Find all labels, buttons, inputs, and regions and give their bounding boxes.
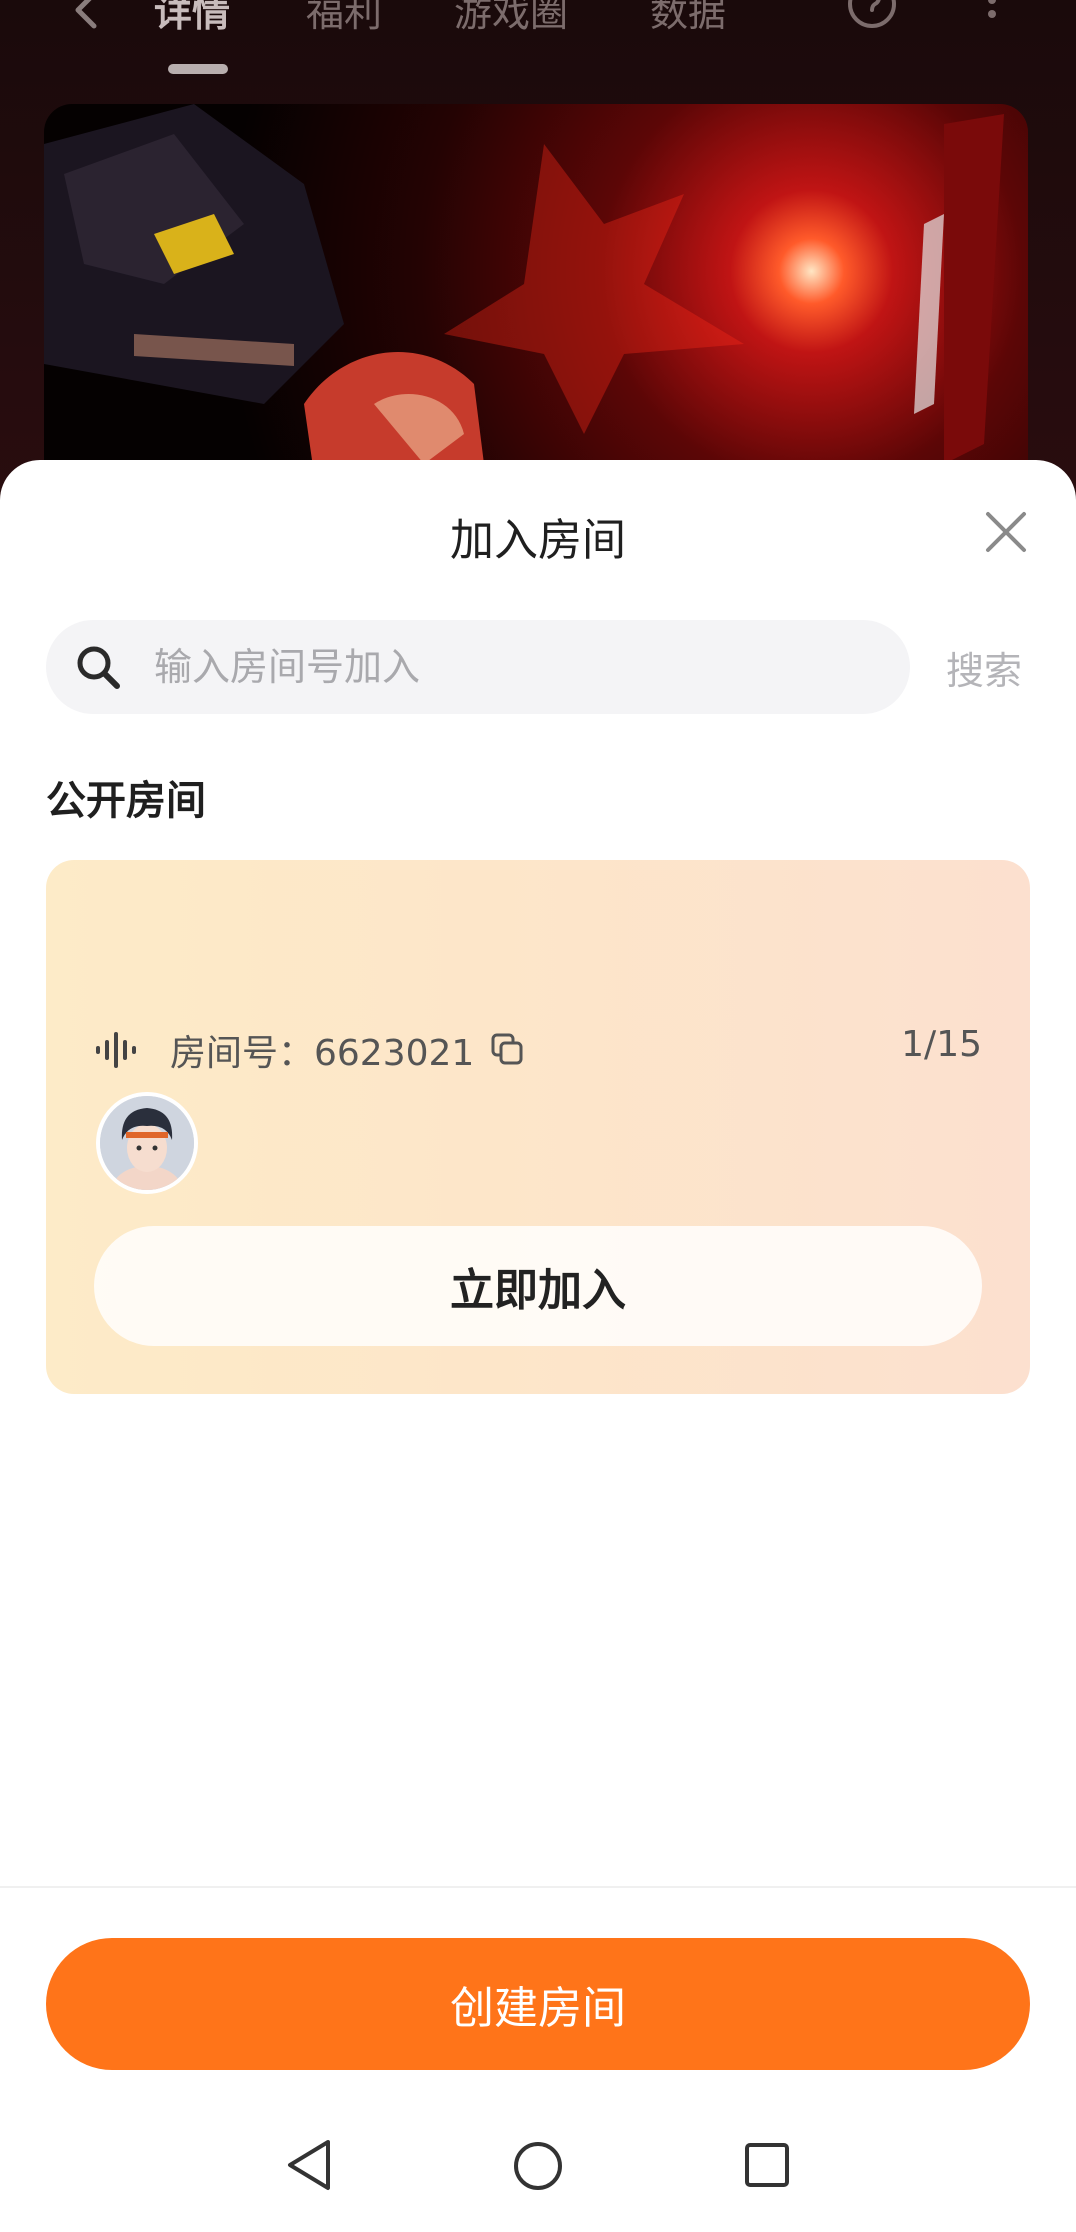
tab-data[interactable]: 数据 [650,0,726,37]
close-icon[interactable] [980,506,1032,558]
nav-back-icon[interactable] [284,2138,334,2192]
member-count: 1/15 [901,1024,982,1065]
tab-game-circle[interactable]: 游戏圈 [454,0,568,37]
search-button[interactable]: 搜索 [946,640,1022,695]
more-icon[interactable] [980,0,1004,32]
join-room-sheet: 加入房间 搜索 公开房间 房间号：6623021 1/15 [0,460,1076,2232]
avatar [96,1092,198,1194]
nav-recent-icon[interactable] [744,2142,790,2188]
copy-icon[interactable] [490,1032,524,1066]
nav-home-icon[interactable] [512,2140,564,2192]
tab-indicator [168,64,228,74]
search-box[interactable] [46,620,910,714]
help-icon[interactable] [846,0,898,30]
room-card[interactable]: 房间号：6623021 1/15 立即加入 [46,860,1030,1394]
system-nav-bar [0,2110,1076,2232]
section-title: 公开房间 [46,778,206,824]
room-number-input[interactable] [154,620,874,714]
join-now-button[interactable]: 立即加入 [94,1226,982,1346]
sheet-title: 加入房间 [450,515,626,566]
tab-details[interactable]: 详情 [154,0,230,37]
background-page: 详情 福利 游戏圈 数据 [0,0,1076,544]
search-icon [77,646,120,689]
tab-benefits[interactable]: 福利 [306,0,382,37]
room-number: 房间号：6623021 [170,1033,475,1074]
back-icon[interactable] [66,0,106,30]
voice-wave-icon [96,1032,136,1068]
top-bar: 详情 福利 游戏圈 数据 [0,0,1076,80]
create-room-button[interactable]: 创建房间 [46,1938,1030,2070]
divider [0,1886,1076,1888]
